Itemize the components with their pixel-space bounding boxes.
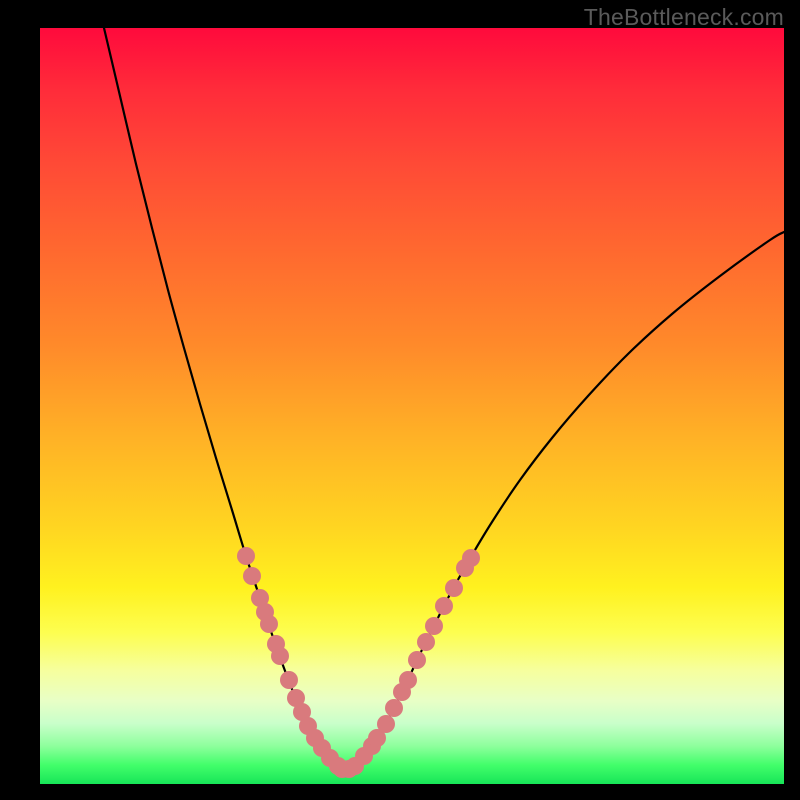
curve-svg — [40, 28, 784, 784]
curve-marker — [280, 671, 298, 689]
curve-markers — [237, 547, 480, 778]
curve-marker — [243, 567, 261, 585]
watermark-text: TheBottleneck.com — [584, 4, 784, 31]
curve-marker — [260, 615, 278, 633]
curve-marker — [417, 633, 435, 651]
curve-marker — [377, 715, 395, 733]
plot-area — [40, 28, 784, 784]
bottleneck-curve — [104, 28, 784, 770]
curve-marker — [399, 671, 417, 689]
curve-marker — [408, 651, 426, 669]
curve-marker — [237, 547, 255, 565]
curve-marker — [425, 617, 443, 635]
curve-marker — [271, 647, 289, 665]
curve-marker — [445, 579, 463, 597]
curve-marker — [385, 699, 403, 717]
curve-marker — [435, 597, 453, 615]
chart-frame: TheBottleneck.com — [0, 0, 800, 800]
curve-marker — [462, 549, 480, 567]
